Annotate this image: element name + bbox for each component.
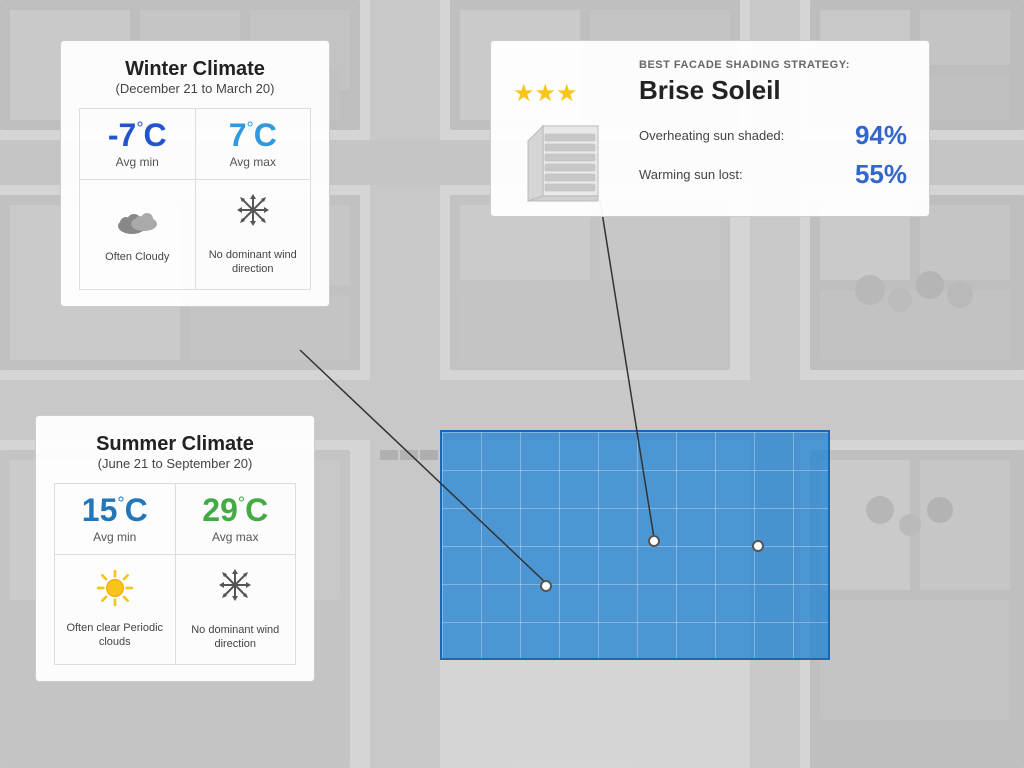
shading-card-title: Brise Soleil	[639, 75, 907, 106]
summer-avg-max-cell: 29°C Avg max	[176, 484, 297, 555]
summer-weather-icon	[96, 569, 134, 615]
winter-wind-label: No dominant wind direction	[204, 248, 303, 277]
summer-weather-cell: Often clear Periodic clouds	[55, 555, 176, 665]
shading-info-panel: Best facade shading strategy: Brise Sole…	[639, 59, 907, 198]
shading-illustration: ★★★	[513, 79, 623, 179]
summer-wind-cell: No dominant wind direction	[176, 555, 297, 665]
summer-weather-label: Often clear Periodic clouds	[63, 621, 167, 650]
winter-wind-cell: No dominant wind direction	[196, 180, 312, 290]
summer-wind-label: No dominant wind direction	[184, 623, 288, 652]
overheat-label: Overheating sun shaded:	[639, 128, 784, 143]
winter-avg-min-cell: -7°C Avg min	[80, 109, 196, 180]
winter-card-title: Winter Climate	[79, 57, 311, 81]
connector-dot-2	[648, 535, 660, 547]
summer-avg-min-label: Avg min	[63, 530, 167, 544]
summer-wind-icon	[217, 567, 253, 617]
summer-avg-max-label: Avg max	[184, 530, 288, 544]
winter-wind-icon	[235, 192, 271, 242]
connector-dot-1	[540, 580, 552, 592]
shading-card-label: Best facade shading strategy:	[639, 59, 907, 71]
winter-avg-max-cell: 7°C Avg max	[196, 109, 312, 180]
winter-avg-max-label: Avg max	[204, 155, 303, 169]
winter-climate-card: Winter Climate (December 21 to March 20)…	[60, 40, 330, 307]
winter-weather-label: Often Cloudy	[105, 250, 169, 264]
winter-avg-min-label: Avg min	[88, 155, 187, 169]
winter-avg-min-value: -7°C	[88, 119, 187, 151]
winter-avg-max-value: 7°C	[204, 119, 303, 151]
winter-card-subtitle: (December 21 to March 20)	[79, 81, 311, 96]
summer-avg-min-cell: 15°C Avg min	[55, 484, 176, 555]
overheat-value: 94%	[842, 120, 907, 151]
summer-card-subtitle: (June 21 to September 20)	[54, 456, 296, 471]
connector-dot-3	[752, 540, 764, 552]
warming-label: Warming sun lost:	[639, 167, 743, 182]
summer-card-title: Summer Climate	[54, 432, 296, 456]
summer-temp-grid: 15°C Avg min 29°C Avg max	[54, 483, 296, 665]
summer-avg-min-value: 15°C	[63, 494, 167, 526]
highlighted-area	[440, 430, 830, 660]
winter-temp-grid: -7°C Avg min 7°C Avg max	[79, 108, 311, 290]
winter-weather-icon	[116, 204, 158, 244]
warming-value: 55%	[842, 159, 907, 190]
shading-strategy-card: ★★★ Best facade shading strategy: Brise …	[490, 40, 930, 217]
summer-climate-card: Summer Climate (June 21 to September 20)…	[35, 415, 315, 682]
shading-stars: ★★★	[513, 79, 623, 108]
overheat-row: Overheating sun shaded: 94%	[639, 120, 907, 151]
warming-row: Warming sun lost: 55%	[639, 159, 907, 190]
summer-avg-max-value: 29°C	[184, 494, 288, 526]
winter-weather-cell: Often Cloudy	[80, 180, 196, 290]
